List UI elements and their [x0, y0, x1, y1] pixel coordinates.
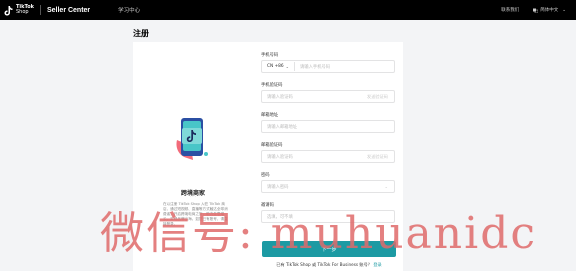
phone-label: 手机号码	[261, 53, 279, 58]
logo-wordmark: TikTok Shop	[16, 5, 34, 15]
password-label: 密码	[261, 173, 270, 178]
send-phone-code-button[interactable]: 发送验证码	[367, 94, 388, 100]
invite-field-group: 邀请码 选填，可不填	[261, 202, 395, 223]
app-title: Seller Center	[46, 6, 91, 14]
password-placeholder: 请输入密码	[267, 184, 289, 190]
tiktok-logo-icon	[4, 5, 13, 15]
login-link[interactable]: 登录	[373, 262, 381, 267]
register-form: 手机号码 CN +86 ⌄ 请输入手机号码 手机验证码 请输入验证码 发送验证码…	[261, 52, 395, 232]
merchant-type-subtitle: · · ·	[190, 195, 196, 199]
phone-input[interactable]: CN +86 ⌄ 请输入手机号码	[261, 60, 395, 73]
invite-placeholder: 选填，可不填	[267, 214, 293, 220]
contact-us-link[interactable]: 联系我们	[501, 7, 519, 13]
email-code-input[interactable]: 请输入验证码 发送验证码	[261, 150, 395, 163]
login-prompt: 已有 TikTok Shop 或 TikTok For Business 账号？…	[262, 262, 396, 268]
password-input[interactable]: 请输入密码 ⌄	[261, 180, 395, 193]
email-code-label: 邮箱验证码	[261, 143, 283, 148]
chevron-down-icon: ⌄	[562, 7, 566, 13]
email-code-placeholder: 请输入验证码	[267, 154, 293, 160]
phone-code-label: 手机验证码	[261, 83, 283, 88]
top-nav-bar: TikTok Shop Seller Center 学习中心 联系我们 简体中文…	[0, 0, 576, 20]
phone-code-placeholder: 请输入验证码	[267, 94, 293, 100]
email-placeholder: 请输入邮箱地址	[267, 124, 298, 130]
page-title: 注册	[133, 29, 149, 38]
phone-placeholder: 请输入手机号码	[300, 64, 331, 70]
eye-icon[interactable]: ⌄	[384, 184, 388, 189]
email-label: 邮箱地址	[261, 113, 279, 118]
nav-divider	[39, 5, 41, 15]
invite-input[interactable]: 选填，可不填	[261, 210, 395, 223]
translate-icon	[533, 8, 539, 13]
email-code-field-group: 邮箱验证码 请输入验证码 发送验证码	[261, 142, 395, 163]
tiktok-shop-logo[interactable]: TikTok Shop	[4, 5, 34, 16]
login-prompt-text: 已有 TikTok Shop 或 TikTok For Business 账号？	[276, 262, 372, 267]
phone-field-group: 手机号码 CN +86 ⌄ 请输入手机号码	[261, 52, 395, 73]
invite-label: 邀请码	[261, 203, 274, 208]
email-input[interactable]: 请输入邮箱地址	[261, 120, 395, 133]
language-label: 简体中文	[540, 8, 559, 13]
phone-code-input[interactable]: 请输入验证码 发送验证码	[261, 90, 395, 103]
register-card: 跨境商家 · · · 在以注册 TikTok Shop 入驻 TikTok 商店…	[133, 42, 403, 271]
merchant-description: 在以注册 TikTok Shop 入驻 TikTok 商店，通过短视频、直播等方…	[163, 202, 228, 226]
logo-line2: Shop	[16, 9, 29, 15]
nav-learning-center[interactable]: 学习中心	[118, 6, 140, 14]
phone-illustration-icon	[176, 118, 208, 160]
next-button[interactable]: 下一步	[262, 241, 396, 257]
password-field-group: 密码 请输入密码 ⌄	[261, 172, 395, 193]
language-selector[interactable]: 简体中文 ⌄	[533, 7, 566, 13]
chevron-down-icon: ⌄	[285, 64, 290, 69]
country-code-value: CN +86	[267, 64, 284, 69]
country-code-select[interactable]: CN +86 ⌄	[267, 62, 296, 71]
email-field-group: 邮箱地址 请输入邮箱地址	[261, 112, 395, 133]
nav-right-group: 联系我们 简体中文 ⌄	[501, 7, 566, 14]
phone-code-field-group: 手机验证码 请输入验证码 发送验证码	[261, 82, 395, 103]
send-email-code-button[interactable]: 发送验证码	[367, 154, 388, 160]
